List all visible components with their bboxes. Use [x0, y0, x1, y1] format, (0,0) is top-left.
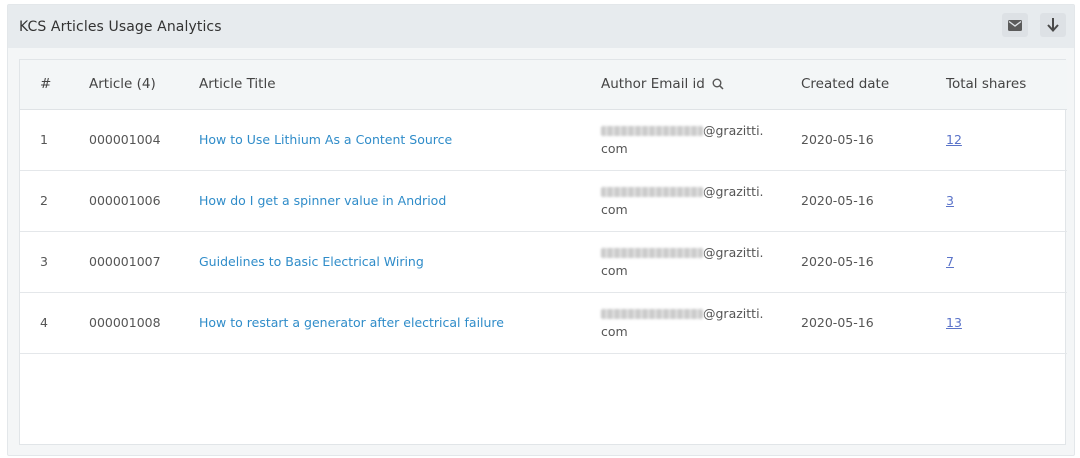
header-created[interactable]: Created date [801, 60, 946, 110]
search-icon[interactable] [712, 78, 724, 90]
email-tld: com [601, 201, 628, 217]
row-index: 4 [40, 315, 48, 330]
author-email: @grazitti. com [601, 244, 771, 280]
article-number: 000001006 [89, 193, 161, 208]
email-tld: com [601, 140, 628, 156]
email-domain: @grazitti. [703, 183, 764, 199]
author-email: @grazitti. com [601, 122, 771, 158]
author-email: @grazitti. com [601, 305, 771, 341]
mail-icon [1008, 19, 1022, 31]
article-title-link[interactable]: How do I get a spinner value in Andriod [199, 193, 446, 208]
download-button[interactable] [1040, 13, 1066, 37]
redacted-email-user [601, 248, 703, 258]
row-index: 1 [40, 132, 48, 147]
article-title-link[interactable]: How to restart a generator after electri… [199, 315, 504, 330]
total-shares-link[interactable]: 12 [946, 132, 962, 147]
created-date: 2020-05-16 [801, 315, 874, 330]
total-shares-link[interactable]: 3 [946, 193, 954, 208]
redacted-email-user [601, 126, 703, 136]
header-email-label: Author Email id [601, 76, 705, 93]
total-shares-link[interactable]: 13 [946, 315, 962, 330]
table-header-row: # Article (4) Article Title Author Email… [20, 60, 1067, 110]
table-row: 1 000001004 How to Use Lithium As a Cont… [20, 109, 1067, 170]
created-date: 2020-05-16 [801, 132, 874, 147]
table-row: 3 000001007 Guidelines to Basic Electric… [20, 231, 1067, 292]
header-index: # [20, 60, 89, 110]
row-index: 3 [40, 254, 48, 269]
email-domain: @grazitti. [703, 244, 764, 260]
analytics-table-card: # Article (4) Article Title Author Email… [19, 59, 1067, 445]
header-shares[interactable]: Total shares [946, 60, 1067, 110]
article-number: 000001008 [89, 315, 161, 330]
table-row: 2 000001006 How do I get a spinner value… [20, 170, 1067, 231]
author-email: @grazitti. com [601, 183, 771, 219]
header-article[interactable]: Article (4) [89, 60, 199, 110]
article-title-link[interactable]: How to Use Lithium As a Content Source [199, 132, 452, 147]
kcs-analytics-panel: KCS Articles Usage Analytics # Article (… [7, 4, 1075, 456]
article-number: 000001007 [89, 254, 161, 269]
email-tld: com [601, 323, 628, 339]
created-date: 2020-05-16 [801, 254, 874, 269]
table-row: 4 000001008 How to restart a generator a… [20, 292, 1067, 353]
redacted-email-user [601, 187, 703, 197]
redacted-email-user [601, 309, 703, 319]
email-domain: @grazitti. [703, 122, 764, 138]
header-title[interactable]: Article Title [199, 60, 601, 110]
articles-table: # Article (4) Article Title Author Email… [20, 60, 1067, 354]
article-number: 000001004 [89, 132, 161, 147]
email-domain: @grazitti. [703, 305, 764, 321]
row-index: 2 [40, 193, 48, 208]
article-title-link[interactable]: Guidelines to Basic Electrical Wiring [199, 254, 424, 269]
total-shares-link[interactable]: 7 [946, 254, 954, 269]
panel-title: KCS Articles Usage Analytics [19, 18, 222, 35]
panel-header: KCS Articles Usage Analytics [8, 5, 1074, 48]
email-tld: com [601, 262, 628, 278]
download-arrow-icon [1047, 18, 1059, 32]
email-report-button[interactable] [1002, 13, 1028, 37]
header-email[interactable]: Author Email id [601, 60, 801, 110]
created-date: 2020-05-16 [801, 193, 874, 208]
